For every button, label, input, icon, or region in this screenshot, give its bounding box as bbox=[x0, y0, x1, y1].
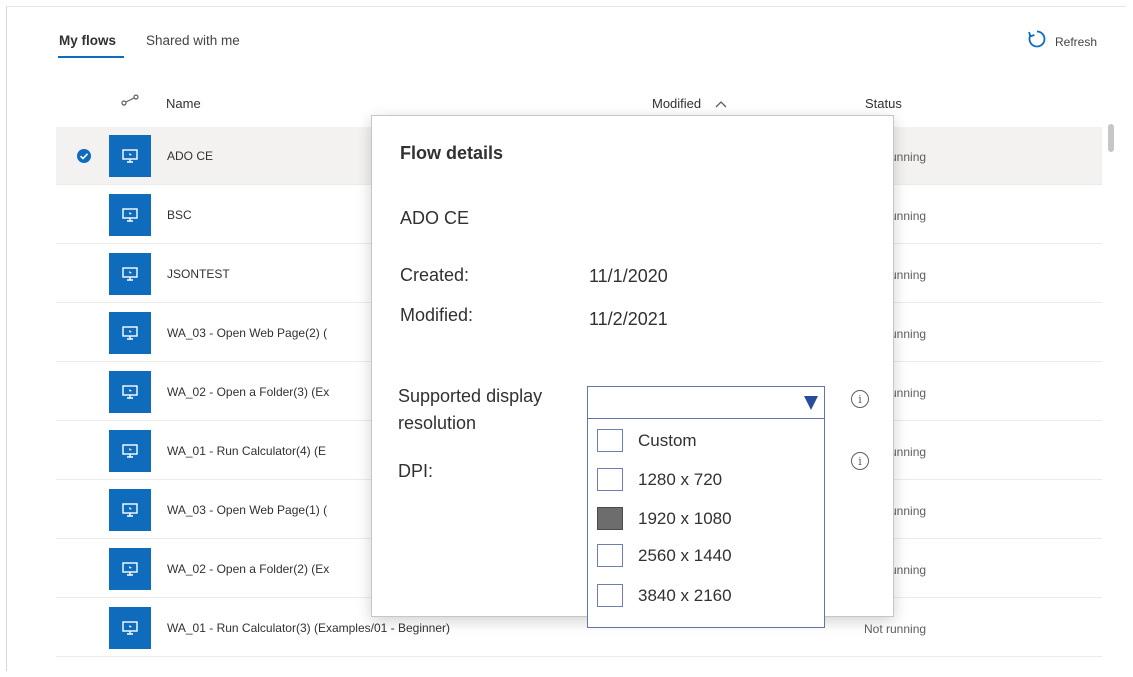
modified-label: Modified: bbox=[400, 305, 474, 325]
row-flow-name: WA_02 - Open a Folder(3) (Ex bbox=[167, 385, 330, 399]
desktop-flow-icon bbox=[109, 253, 151, 295]
refresh-button[interactable]: Refresh bbox=[1027, 29, 1097, 54]
column-header-status[interactable]: Status bbox=[865, 96, 902, 111]
row-flow-name: ADO CE bbox=[167, 149, 214, 163]
option-checkbox[interactable] bbox=[597, 429, 623, 452]
dpi-label: DPI: bbox=[398, 461, 434, 481]
option-label: 1280 x 720 bbox=[638, 470, 723, 489]
desktop-flow-icon bbox=[109, 135, 151, 177]
modified-value: 11/2/2021 bbox=[589, 309, 668, 329]
desktop-flow-icon bbox=[109, 371, 151, 413]
chevron-down-icon bbox=[804, 396, 818, 410]
row-flow-name: WA_01 - Run Calculator(4) (E bbox=[167, 444, 326, 458]
row-flow-name: WA_03 - Open Web Page(1) ( bbox=[167, 503, 328, 517]
desktop-flow-icon bbox=[109, 489, 151, 531]
refresh-icon bbox=[1027, 29, 1047, 54]
option-label: 1920 x 1080 bbox=[638, 509, 732, 528]
refresh-label: Refresh bbox=[1055, 34, 1098, 49]
option-checkbox[interactable] bbox=[597, 468, 623, 491]
resolution-label-line2: resolution bbox=[398, 413, 477, 433]
dialog-flow-name: ADO CE bbox=[400, 208, 470, 228]
row-flow-name: WA_03 - Open Web Page(2) ( bbox=[167, 326, 328, 340]
desktop-flow-icon bbox=[109, 430, 151, 472]
row-flow-name: BSC bbox=[167, 208, 192, 222]
row-flow-name: JSONTEST bbox=[167, 267, 230, 281]
dpi-info-icon[interactable]: i bbox=[851, 452, 869, 470]
tab-my-flows[interactable]: My flows bbox=[59, 33, 116, 48]
option-label: 3840 x 2160 bbox=[638, 586, 732, 605]
resolution-option[interactable]: 3840 x 2160 bbox=[588, 576, 824, 614]
resolution-dropdown: Custom 1280 x 720 1920 x 1080 2560 x 1440 38… bbox=[587, 419, 825, 628]
row-status: Not running bbox=[864, 622, 927, 636]
desktop-flow-icon bbox=[109, 548, 151, 590]
resolution-option[interactable]: Custom bbox=[588, 421, 824, 459]
resolution-info-icon[interactable]: i bbox=[851, 390, 869, 408]
desktop-flow-icon bbox=[109, 194, 151, 236]
row-flow-name: WA_01 - Run Calculator(3) (Examples/01 -… bbox=[167, 621, 451, 635]
resolution-label-line1: Supported display bbox=[398, 386, 543, 406]
option-checkbox[interactable] bbox=[597, 507, 623, 530]
column-header-name[interactable]: Name bbox=[166, 96, 201, 111]
column-header-modified-label: Modified bbox=[652, 96, 702, 111]
created-label: Created: bbox=[400, 265, 470, 285]
created-value: 11/1/2020 bbox=[589, 266, 668, 286]
flow-type-column-icon bbox=[120, 93, 140, 110]
sort-ascending-icon bbox=[715, 96, 727, 111]
option-checkbox[interactable] bbox=[597, 584, 623, 607]
option-checkbox[interactable] bbox=[597, 544, 623, 567]
resolution-select[interactable] bbox=[587, 386, 825, 419]
resolution-option[interactable]: 1280 x 720 bbox=[588, 460, 824, 498]
option-label: 2560 x 1440 bbox=[638, 546, 732, 565]
dialog-title: Flow details bbox=[400, 143, 504, 163]
row-selected-checkmark-icon[interactable] bbox=[77, 149, 91, 163]
tab-shared-with-me[interactable]: Shared with me bbox=[146, 33, 240, 48]
resolution-option[interactable]: 1920 x 1080 bbox=[588, 499, 824, 537]
tab-selection-indicator bbox=[58, 56, 124, 58]
row-flow-name: WA_02 - Open a Folder(2) (Ex bbox=[167, 562, 330, 576]
resolution-option[interactable]: 2560 x 1440 bbox=[588, 536, 824, 574]
option-label: Custom bbox=[638, 431, 697, 450]
desktop-flow-icon bbox=[109, 312, 151, 354]
list-scrollbar-thumb[interactable] bbox=[1108, 124, 1114, 152]
desktop-flow-icon bbox=[109, 607, 151, 649]
column-header-modified[interactable]: Modified bbox=[652, 96, 727, 111]
